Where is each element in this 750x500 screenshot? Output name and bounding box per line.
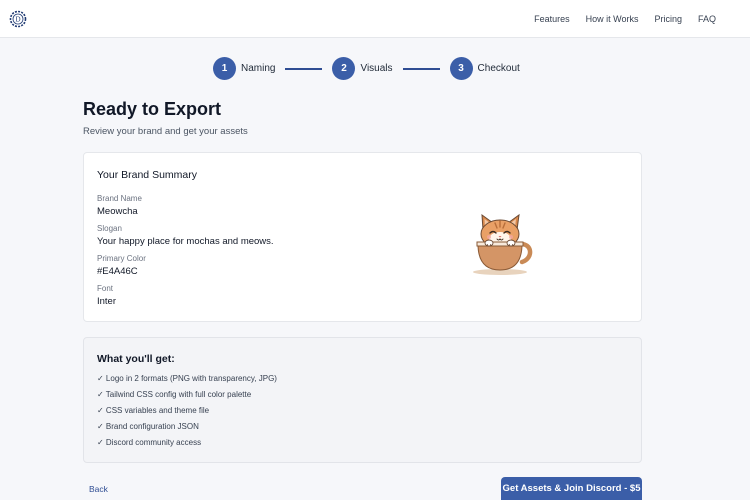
step-number: 1 [213, 57, 236, 80]
logo-icon[interactable]: D [9, 10, 27, 28]
page-title: Ready to Export [83, 99, 222, 119]
page-subtitle: Review your brand and get your assets [83, 126, 248, 137]
deliverable-item: ✓ Discord community access [97, 438, 202, 447]
step-connector [402, 67, 440, 70]
brand-summary-card: Your Brand Summary Brand Name Meowcha Sl… [83, 152, 642, 322]
slogan-label: Slogan [97, 224, 122, 233]
step-checkout[interactable]: 3 Checkout [449, 57, 520, 80]
nav-link-how-it-works[interactable]: How it Works [586, 14, 639, 24]
back-button[interactable]: Back [89, 484, 108, 494]
step-connector [285, 67, 323, 70]
deliverables-card: What you'll get: ✓ Logo in 2 formats (PN… [83, 337, 642, 463]
font-value: Inter [97, 296, 117, 307]
nav-links: Features How it Works Pricing FAQ [534, 0, 716, 38]
step-visuals[interactable]: 2 Visuals [332, 57, 393, 80]
deliverable-item: ✓ Logo in 2 formats (PNG with transparen… [97, 374, 277, 383]
nav-link-faq[interactable]: FAQ [698, 14, 716, 24]
step-label: Visuals [360, 63, 393, 74]
primary-color-label: Primary Color [97, 254, 146, 263]
nav-link-pricing[interactable]: Pricing [654, 14, 682, 24]
svg-text:D: D [15, 16, 20, 24]
top-navbar: D Features How it Works Pricing FAQ [0, 0, 750, 38]
summary-title: Your Brand Summary [97, 169, 197, 181]
step-naming[interactable]: 1 Naming [213, 57, 275, 80]
step-label: Naming [241, 63, 276, 74]
step-label: Checkout [477, 63, 520, 74]
brand-name-label: Brand Name [97, 194, 142, 203]
deliverable-item: ✓ Tailwind CSS config with full color pa… [97, 390, 252, 399]
cat-in-coffee-cup-icon [473, 213, 533, 275]
progress-stepper: 1 Naming 2 Visuals 3 Checkout [213, 57, 520, 80]
deliverable-item: ✓ Brand configuration JSON [97, 422, 199, 431]
get-assets-button[interactable]: Get Assets & Join Discord - $5 [501, 477, 642, 500]
deliverables-title: What you'll get: [97, 353, 175, 365]
slogan-value: Your happy place for mochas and meows. [97, 236, 274, 247]
deliverable-item: ✓ CSS variables and theme file [97, 406, 210, 415]
step-number: 2 [332, 57, 356, 80]
brand-name-value: Meowcha [97, 206, 138, 217]
font-label: Font [97, 284, 114, 293]
primary-color-value: #E4A46C [97, 266, 138, 277]
step-number: 3 [449, 57, 473, 80]
nav-link-features[interactable]: Features [534, 14, 570, 24]
